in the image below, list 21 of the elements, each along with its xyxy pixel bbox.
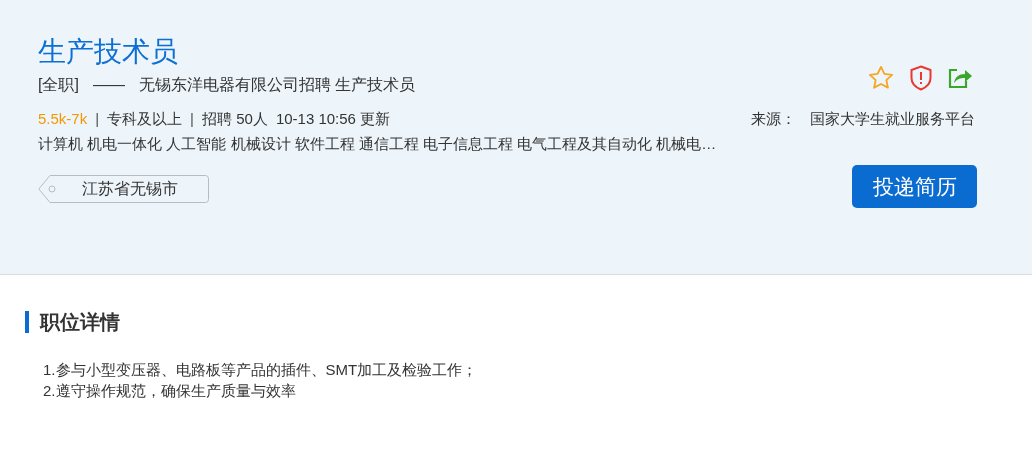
share-icon[interactable] [947, 66, 973, 90]
education-text: 专科及以上 [107, 109, 183, 129]
majors-text: 计算机 机电一体化 人工智能 机械设计 软件工程 通信工程 电子信息工程 电气工程及其自动化 机械电… [38, 134, 718, 154]
separator-text: | [190, 109, 194, 129]
salary-text: 5.5k-7k [38, 109, 88, 129]
detail-line: 2.遵守操作规范，确保生产质量与效率 [43, 381, 297, 401]
separator-text: | [95, 109, 100, 129]
source-text: 国家大学生就业服务平台 [810, 110, 975, 129]
apply-button[interactable]: 投递简历 [852, 165, 977, 208]
source-label: 来源： [751, 110, 796, 129]
headcount-text: 招聘 50人 [202, 109, 268, 129]
star-icon[interactable] [867, 64, 895, 92]
updated-time: 10-13 10:56 更新 [275, 109, 391, 129]
employment-type: [全职] [38, 75, 79, 95]
detail-line: 1.参与小型变压器、电路板等产品的插件、SMT加工及检验工作； [43, 360, 479, 380]
separator-text: —— [92, 75, 125, 95]
location-tag: 江苏省无锡市 [38, 175, 209, 203]
company-line: 无锡东洋电器有限公司招聘 生产技术员 [138, 75, 416, 95]
report-shield-icon[interactable] [909, 65, 933, 91]
job-title: 生产技术员 [38, 35, 179, 69]
section-heading: 职位详情 [25, 311, 1007, 333]
